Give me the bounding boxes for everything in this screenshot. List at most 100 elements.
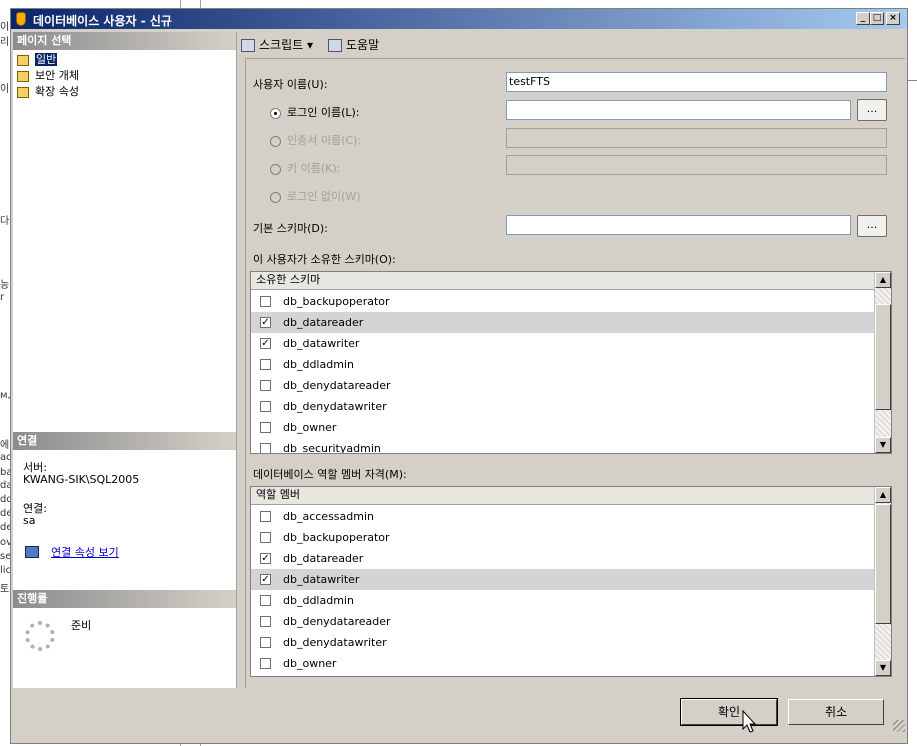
background-char: 토 — [0, 584, 10, 595]
checkbox-icon[interactable] — [260, 443, 271, 453]
checkbox-icon[interactable] — [260, 296, 271, 307]
key-name-field — [506, 155, 887, 175]
connection-header: 연결 — [13, 432, 236, 450]
nav-item-label: 일반 — [35, 53, 58, 66]
list-item[interactable]: ✓ db_datareader — [251, 548, 875, 569]
page-select-header: 페이지 선택 — [13, 32, 236, 50]
checkbox-icon[interactable] — [260, 422, 271, 433]
list-item[interactable]: db_denydatareader — [251, 375, 875, 396]
checkbox-icon[interactable] — [260, 637, 271, 648]
checkbox-icon[interactable] — [260, 658, 271, 669]
list-item[interactable]: db_denydatareader — [251, 611, 875, 632]
owned-schemas-list[interactable]: 소유한 스키마 db_backupoperator ✓ db_datareader ✓… — [250, 271, 892, 454]
list-item[interactable]: db_ddladmin — [251, 590, 875, 611]
checkbox-checked-icon[interactable]: ✓ — [260, 317, 271, 328]
login-name-field[interactable] — [506, 100, 851, 120]
nav-item-label: 보안 개체 — [35, 69, 79, 82]
owned-schemas-scrollbar[interactable]: ▲ ▼ — [874, 272, 891, 453]
list-item-label: db_owner — [283, 657, 337, 670]
progress-header: 진행률 — [13, 590, 236, 608]
help-label: 도움말 — [346, 38, 380, 52]
list-item[interactable]: db_denydatawriter — [251, 632, 875, 653]
default-schema-browse-button[interactable]: ... — [857, 215, 887, 237]
checkbox-icon[interactable] — [260, 511, 271, 522]
scroll-up-icon[interactable]: ▲ — [875, 272, 891, 288]
nav-item-extended-properties[interactable]: 확장 속성 — [17, 84, 79, 99]
background-char: 이 — [0, 84, 10, 95]
minimize-button[interactable]: _ — [856, 12, 870, 25]
list-item-label: db_datareader — [283, 316, 364, 329]
connection-properties-icon — [25, 546, 39, 558]
scroll-thumb[interactable] — [875, 504, 891, 624]
scroll-down-icon[interactable]: ▼ — [875, 437, 891, 453]
role-membership-label: 데이터베이스 역할 멤버 자격(M): — [253, 468, 407, 481]
list-item[interactable]: db_accessadmin — [251, 506, 875, 527]
page-icon — [17, 86, 29, 98]
list-item-label: db_backupoperator — [283, 295, 390, 308]
nav-item-general[interactable]: 일반 — [17, 52, 58, 67]
list-item[interactable]: db_backupoperator — [251, 527, 875, 548]
scroll-up-icon[interactable]: ▲ — [875, 487, 891, 503]
login-name-browse-button[interactable]: ... — [857, 99, 887, 121]
user-name-label: 사용자 이름(U): — [253, 78, 328, 91]
script-button[interactable]: 스크립트 ▾ — [241, 36, 313, 53]
list-item[interactable]: db_denydatawriter — [251, 396, 875, 417]
role-column-header[interactable]: 역할 멤버 — [251, 487, 875, 505]
cancel-button[interactable]: 취소 — [788, 699, 884, 725]
default-schema-label: 기본 스키마(D): — [253, 222, 328, 235]
checkbox-icon[interactable] — [260, 532, 271, 543]
checkbox-checked-icon[interactable]: ✓ — [260, 574, 271, 585]
nav-item-securables[interactable]: 보안 개체 — [17, 68, 79, 83]
scroll-thumb[interactable] — [875, 304, 891, 410]
user-name-field[interactable]: testFTS — [506, 72, 887, 92]
role-membership-list[interactable]: 역할 멤버 db_accessadmin db_backupoperator ✓ db… — [250, 486, 892, 677]
scroll-down-icon[interactable]: ▼ — [875, 660, 891, 676]
list-item[interactable]: ✓ db_datareader — [251, 312, 875, 333]
server-value: KWANG-SIK\SQL2005 — [23, 473, 140, 486]
default-schema-field[interactable] — [506, 215, 851, 235]
list-item-label: db_denydatawriter — [283, 400, 387, 413]
connection-value: sa — [23, 514, 36, 527]
maximize-button[interactable]: □ — [870, 12, 884, 25]
owned-schemas-column-header[interactable]: 소유한 스키마 — [251, 272, 875, 290]
checkbox-checked-icon[interactable]: ✓ — [260, 553, 271, 564]
view-connection-properties-link[interactable]: 연결 속성 보기 — [51, 544, 119, 560]
list-item[interactable]: ✓ db_datawriter — [251, 333, 875, 354]
checkbox-icon[interactable] — [260, 401, 271, 412]
list-item-label: db_denydatareader — [283, 615, 391, 628]
list-item-label: db_denydatawriter — [283, 636, 387, 649]
list-item-label: db_backupoperator — [283, 531, 390, 544]
checkbox-icon[interactable] — [260, 595, 271, 606]
progress-status: 준비 — [71, 619, 92, 632]
list-item[interactable]: db_owner — [251, 417, 875, 438]
list-item[interactable]: db_owner — [251, 653, 875, 674]
checkbox-icon[interactable] — [260, 359, 271, 370]
close-button[interactable]: × — [886, 12, 900, 25]
login-name-label: 로그인 이름(L): — [287, 106, 360, 119]
no-login-radio: 로그인 없이(W) — [270, 188, 361, 204]
background-char: 이 — [0, 22, 10, 33]
login-name-radio[interactable]: 로그인 이름(L): — [270, 104, 360, 120]
list-item[interactable]: db_securityadmin — [251, 438, 875, 454]
list-item[interactable]: db_ddladmin — [251, 354, 875, 375]
title-bar[interactable]: 데이터베이스 사용자 - 신규 _ □ × — [11, 9, 907, 29]
background-char: r — [0, 292, 5, 303]
checkbox-icon[interactable] — [260, 380, 271, 391]
owned-schemas-label: 이 사용자가 소유한 스키마(O): — [253, 253, 396, 266]
list-item[interactable]: db_backupoperator — [251, 291, 875, 312]
help-button[interactable]: 도움말 — [328, 36, 379, 53]
list-item[interactable]: ✓ db_datawriter — [251, 569, 875, 590]
list-item-label: db_securityadmin — [283, 442, 381, 454]
page-icon — [17, 70, 29, 82]
ok-button[interactable]: 확인 — [680, 698, 778, 726]
checkbox-icon[interactable] — [260, 616, 271, 627]
toolbar: 스크립트 ▾ 도움말 — [237, 32, 905, 56]
role-membership-scrollbar[interactable]: ▲ ▼ — [874, 487, 891, 676]
key-name-label: 키 이름(K): — [287, 162, 341, 175]
radio-icon — [270, 135, 281, 147]
window-title: 데이터베이스 사용자 - 신규 — [33, 14, 172, 28]
resize-grip-icon[interactable] — [893, 720, 905, 732]
checkbox-checked-icon[interactable]: ✓ — [260, 338, 271, 349]
background-char: 능 — [0, 280, 10, 291]
cert-name-field — [506, 128, 887, 148]
